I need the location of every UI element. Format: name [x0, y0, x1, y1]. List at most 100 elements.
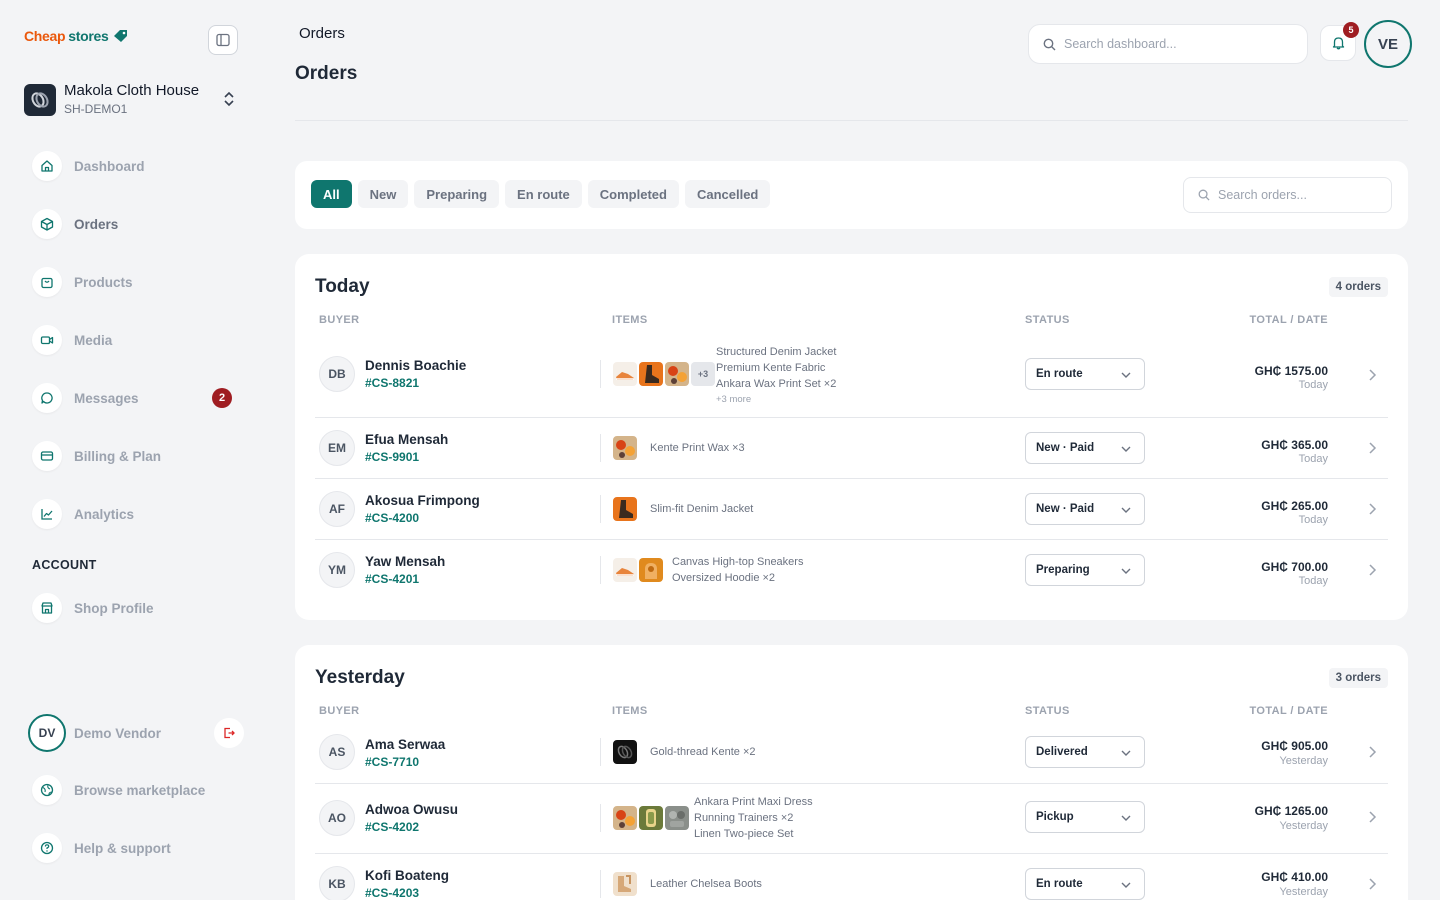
sidebar-item-messages[interactable]: Messages 2 — [32, 369, 242, 427]
tab-preparing[interactable]: Preparing — [414, 180, 500, 208]
sidebar-toggle-button[interactable] — [208, 25, 238, 55]
sidebar-item-products[interactable]: Products — [32, 253, 242, 311]
shop-id: SH-DEMO1 — [64, 102, 128, 116]
logout-button[interactable] — [214, 718, 244, 748]
sidebar-item-shop-profile[interactable]: Shop Profile — [32, 579, 242, 637]
item-list: Gold-thread Kente ×2 — [650, 744, 756, 760]
search-icon — [1198, 189, 1210, 201]
search-icon — [1043, 38, 1056, 50]
status-select[interactable]: En route — [1025, 358, 1145, 390]
help-support-link[interactable]: Help & support — [32, 819, 242, 877]
order-id[interactable]: #CS-4203 — [365, 886, 419, 900]
order-total: GH₵ 1575.00 — [1254, 364, 1328, 378]
tab-new[interactable]: New — [357, 180, 409, 208]
help-icon — [32, 833, 62, 863]
order-row[interactable]: AS Ama Serwaa #CS-7710 Gold-thread Kente… — [315, 723, 1388, 784]
order-date: Yesterday — [1279, 820, 1328, 832]
vendor-profile[interactable]: DV Demo Vendor — [28, 714, 244, 752]
order-id[interactable]: #CS-4200 — [365, 511, 419, 525]
status-select[interactable]: Pickup — [1025, 801, 1145, 833]
orders-search-input[interactable] — [1218, 188, 1378, 202]
status-select[interactable]: En route — [1025, 868, 1145, 900]
order-id[interactable]: #CS-9901 — [365, 450, 419, 464]
chevron-right-icon[interactable] — [1366, 502, 1378, 516]
shop-switcher[interactable]: Makola Cloth House SH-DEMO1 — [24, 82, 244, 118]
dashboard-search-input[interactable] — [1064, 37, 1264, 51]
fabric-thumbnail — [613, 806, 637, 830]
column-divider — [600, 360, 601, 388]
sidebar-item-billing[interactable]: Billing & Plan — [32, 427, 242, 485]
sidebar-item-analytics[interactable]: Analytics — [32, 485, 242, 543]
order-total: GH₵ 905.00 — [1261, 739, 1328, 753]
order-id[interactable]: #CS-4202 — [365, 820, 419, 834]
group-title: Today — [315, 276, 370, 297]
order-date: Yesterday — [1279, 886, 1328, 898]
chevron-right-icon[interactable] — [1366, 810, 1378, 824]
buyer-name: Akosua Frimpong — [365, 493, 480, 508]
column-divider — [600, 804, 601, 832]
more-items-link[interactable]: +3 more — [716, 392, 836, 408]
user-avatar[interactable]: VE — [1364, 20, 1412, 68]
order-date: Today — [1298, 453, 1328, 465]
status-value: Pickup — [1036, 811, 1074, 823]
chevron-right-icon[interactable] — [1366, 745, 1378, 759]
page-title: Orders — [295, 63, 358, 84]
tab-all[interactable]: All — [311, 180, 352, 208]
order-date: Today — [1298, 514, 1328, 526]
dashboard-search[interactable] — [1028, 24, 1308, 64]
sidebar-item-media[interactable]: Media — [32, 311, 242, 369]
more-items-badge: +3 — [691, 362, 715, 386]
fabric-thumbnail — [665, 362, 689, 386]
sidebar-item-label: Shop Profile — [74, 600, 154, 616]
status-select[interactable]: Delivered — [1025, 736, 1145, 768]
sidebar-item-orders[interactable]: Orders — [32, 195, 242, 253]
order-row[interactable]: DB Dennis Boachie #CS-8821 +3 Structured… — [315, 336, 1388, 418]
tab-completed[interactable]: Completed — [587, 180, 679, 208]
order-row[interactable]: EM Efua Mensah #CS-9901 Kente Print Wax … — [315, 418, 1388, 479]
status-select[interactable]: New · Paid — [1025, 493, 1145, 525]
column-header-total-date: TOTAL / DATE — [1249, 314, 1328, 326]
item-name: Linen Two-piece Set — [694, 828, 794, 840]
sidebar-item-label: Help & support — [74, 840, 171, 856]
chevron-right-icon[interactable] — [1366, 441, 1378, 455]
order-row[interactable]: YM Yaw Mensah #CS-4201 Canvas High-top S… — [315, 540, 1388, 601]
status-value: En route — [1036, 368, 1083, 380]
order-total: GH₵ 265.00 — [1261, 499, 1328, 513]
order-id[interactable]: #CS-8821 — [365, 376, 419, 390]
group-count-badge: 4 orders — [1328, 277, 1388, 297]
column-divider — [600, 738, 601, 766]
buyer-name: Efua Mensah — [365, 432, 449, 447]
boot-thumbnail — [613, 497, 637, 521]
tab-cancelled[interactable]: Cancelled — [684, 180, 771, 208]
status-select[interactable]: Preparing — [1025, 554, 1145, 586]
item-name: Ankara Wax Print Set ×2 — [716, 378, 837, 390]
sidebar-item-label: Browse marketplace — [74, 782, 206, 798]
order-row[interactable]: AF Akosua Frimpong #CS-4200 Slim-fit Den… — [315, 479, 1388, 540]
buyer-name: Adwoa Owusu — [365, 802, 459, 817]
order-row[interactable]: KB Kofi Boateng #CS-4203 Leather Chelsea… — [315, 854, 1388, 900]
order-row[interactable]: AO Adwoa Owusu #CS-4202 Ankara Print Max… — [315, 784, 1388, 854]
order-id[interactable]: #CS-7710 — [365, 755, 419, 769]
chevron-updown-icon — [224, 91, 234, 107]
order-date: Today — [1298, 379, 1328, 391]
sidebar-item-dashboard[interactable]: Dashboard — [32, 137, 242, 195]
order-id[interactable]: #CS-4201 — [365, 572, 419, 586]
item-thumbnails — [613, 806, 689, 830]
orders-search[interactable] — [1183, 177, 1392, 213]
breadcrumb: Orders — [299, 25, 345, 42]
item-thumbnails — [613, 740, 637, 764]
status-tabs: All New Preparing En route Completed Can… — [311, 180, 771, 208]
browse-marketplace-link[interactable]: Browse marketplace — [32, 761, 242, 819]
brand-logo[interactable]: Cheap stores — [24, 28, 128, 44]
notifications-button[interactable]: 5 — [1320, 22, 1359, 61]
chevron-right-icon[interactable] — [1366, 563, 1378, 577]
tab-en-route[interactable]: En route — [505, 180, 582, 208]
item-thumbnails: +3 — [613, 362, 715, 386]
item-thumbnails — [613, 436, 637, 460]
chevron-right-icon[interactable] — [1366, 368, 1378, 382]
shop-name: Makola Cloth House — [64, 82, 200, 99]
chevron-right-icon[interactable] — [1366, 877, 1378, 891]
store-icon — [32, 593, 62, 623]
status-select[interactable]: New · Paid — [1025, 432, 1145, 464]
column-header-items: ITEMS — [612, 314, 648, 326]
